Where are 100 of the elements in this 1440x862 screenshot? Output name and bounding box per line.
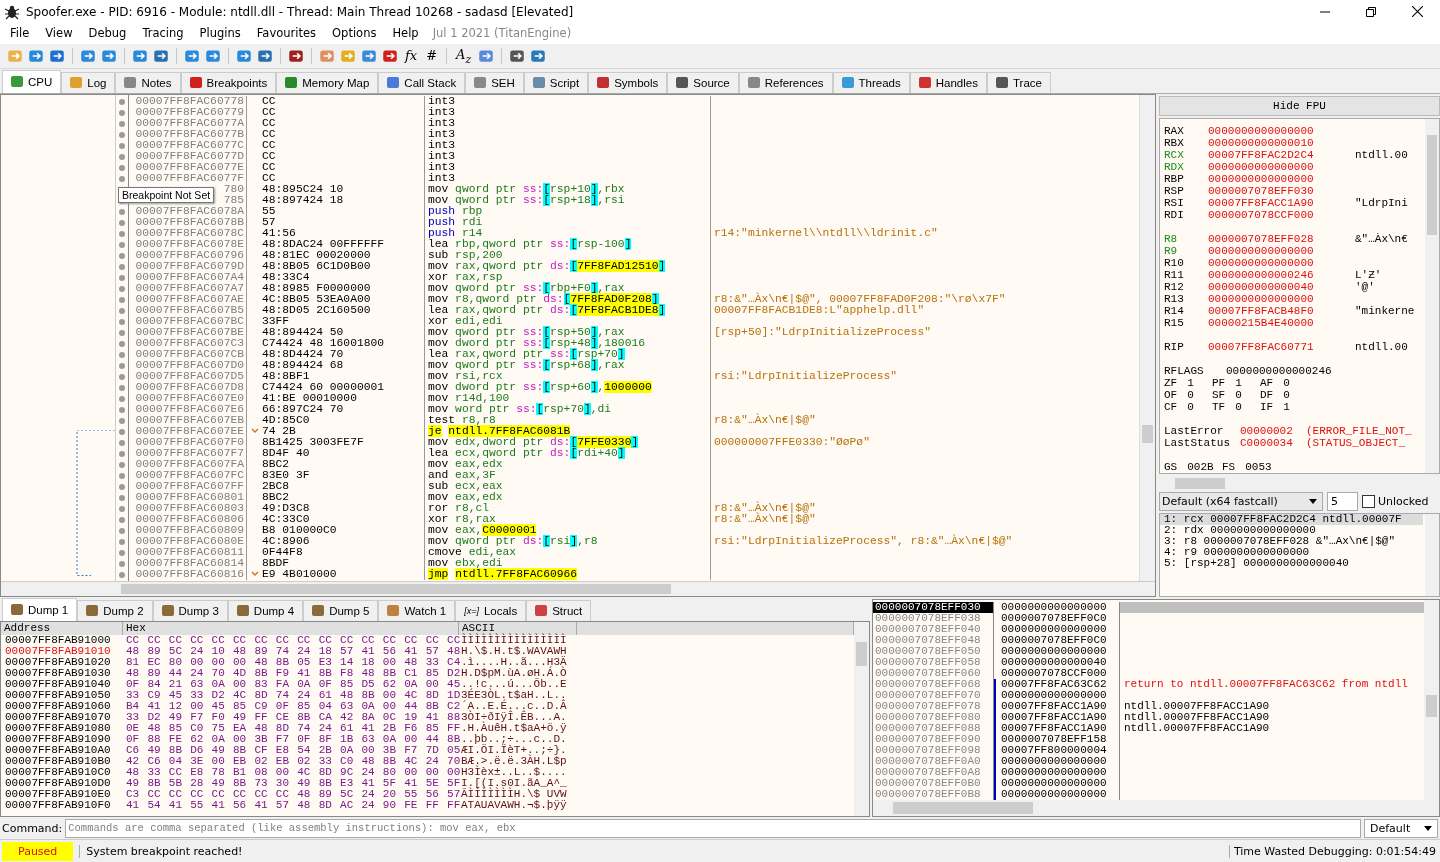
tab[interactable]: [x=] Locals <box>455 599 527 621</box>
menu-item[interactable]: Options <box>324 26 385 41</box>
tab[interactable]: Struct <box>526 599 592 621</box>
tab[interactable]: Call Stack <box>378 71 466 93</box>
breakpoint-dot[interactable] <box>119 363 125 370</box>
breakpoint-dot[interactable] <box>119 132 125 139</box>
flag-value[interactable]: 0 <box>1187 388 1194 401</box>
breakpoint-dot[interactable] <box>119 341 125 348</box>
flag-value[interactable]: 1 <box>1283 400 1290 413</box>
register-value[interactable]: 00007FF8FAC60771 <box>1208 340 1355 353</box>
breakpoint-dot[interactable] <box>119 143 125 150</box>
tab[interactable]: Threads <box>832 71 910 93</box>
breakpoint-dot[interactable] <box>119 374 125 381</box>
convention-dropdown[interactable]: Default (x64 fastcall) <box>1159 492 1323 512</box>
breakpoint-dot[interactable] <box>119 297 125 304</box>
breakpoint-dot[interactable] <box>119 319 125 326</box>
register-value[interactable]: 0000000000000000 <box>1208 244 1355 257</box>
register-value[interactable]: 0000000000000246 <box>1208 268 1355 281</box>
toolbar-button[interactable]: fx <box>402 45 421 66</box>
arg-count-spinner[interactable]: 5 <box>1327 492 1358 512</box>
hide-fpu-button[interactable]: Hide FPU <box>1159 95 1440 116</box>
menu-item[interactable]: Help <box>384 26 427 41</box>
breakpoint-dot[interactable] <box>119 495 125 502</box>
menu-item[interactable]: Tracing <box>134 26 192 41</box>
vertical-scrollbar[interactable] <box>1139 94 1155 581</box>
flag-value[interactable]: 0 <box>1187 400 1194 413</box>
register-value[interactable]: 00007FF8FACB48F0 <box>1208 304 1355 317</box>
menu-item[interactable]: Plugins <box>191 26 249 41</box>
tab[interactable]: Dump 1 <box>2 597 78 621</box>
breakpoint-dot[interactable] <box>119 418 125 425</box>
breakpoint-dot[interactable] <box>119 99 125 106</box>
segment-value[interactable]: 0053 <box>1245 460 1272 473</box>
tab[interactable]: Handles <box>909 71 987 93</box>
flag-value[interactable]: 0 <box>1235 388 1242 401</box>
register-value[interactable]: 00007FF8FAC2D2C4 <box>1208 148 1355 161</box>
vertical-scrollbar[interactable] <box>1425 118 1439 473</box>
tab[interactable]: CPU <box>2 69 62 93</box>
argument-row[interactable]: 5: [rsp+28] 0000000000000040 <box>1160 557 1423 569</box>
menu-item[interactable]: File <box>2 26 38 41</box>
breakpoint-dot[interactable] <box>119 539 125 546</box>
flag-value[interactable]: 0 <box>1283 388 1290 401</box>
breakpoint-dot[interactable] <box>119 253 125 260</box>
breakpoint-dot[interactable] <box>119 429 125 436</box>
register-value[interactable]: 0000000000000000 <box>1208 256 1355 269</box>
tab[interactable]: Dump 3 <box>152 599 228 621</box>
register-value[interactable]: 0000000000000040 <box>1208 280 1355 293</box>
register-value[interactable]: 0000000000000246 <box>1226 364 1332 377</box>
breakpoint-dot[interactable] <box>119 572 125 579</box>
argument-row[interactable]: 1: rcx 00007FF8FAC2D2C4 ntdll.00007F <box>1160 513 1423 525</box>
breakpoint-dot[interactable] <box>119 110 125 117</box>
flag-value[interactable]: 0 <box>1235 400 1242 413</box>
tab[interactable]: Trace <box>986 71 1051 93</box>
tab[interactable]: Memory Map <box>276 71 379 93</box>
breakpoint-dot[interactable] <box>119 154 125 161</box>
column-header[interactable]: Hex <box>123 621 459 635</box>
breakpoint-dot[interactable] <box>119 121 125 128</box>
flag-value[interactable]: 1 <box>1187 376 1194 389</box>
tab[interactable]: Dump 2 <box>77 599 153 621</box>
breakpoint-dot[interactable] <box>119 176 125 183</box>
breakpoint-dot[interactable] <box>119 330 125 337</box>
tab[interactable]: Dump 4 <box>227 599 304 621</box>
breakpoint-dot[interactable] <box>119 231 125 238</box>
argument-row[interactable]: 2: rdx 0000000000000000 <box>1160 524 1423 536</box>
toolbar-button[interactable]: # <box>423 45 441 66</box>
register-value[interactable]: 0000000000000000 <box>1208 124 1355 137</box>
tab[interactable]: Symbols <box>588 71 668 93</box>
register-value[interactable]: 0000000000000010 <box>1208 136 1355 149</box>
tab[interactable]: References <box>738 71 833 93</box>
tab[interactable]: SEH <box>465 71 524 93</box>
vertical-scrollbar[interactable] <box>854 621 869 817</box>
register-value[interactable]: 0000000000000000 <box>1208 292 1355 305</box>
breakpoint-dot[interactable] <box>119 165 125 172</box>
breakpoint-dot[interactable] <box>119 286 125 293</box>
breakpoint-dot[interactable] <box>119 550 125 557</box>
breakpoint-dot[interactable] <box>119 220 125 227</box>
command-mode-dropdown[interactable]: Default <box>1364 818 1438 838</box>
breakpoint-dot[interactable] <box>119 209 125 216</box>
register-value[interactable]: 0000000000000000 <box>1208 160 1355 173</box>
breakpoint-dot[interactable] <box>119 473 125 480</box>
tab[interactable]: Watch 1 <box>378 599 456 621</box>
breakpoint-dot[interactable] <box>119 385 125 392</box>
register-value[interactable]: 00000215B4E40000 <box>1208 316 1355 329</box>
menu-item[interactable]: View <box>37 26 81 41</box>
register-value[interactable]: 0000007078EFF030 <box>1208 184 1355 197</box>
argument-row[interactable]: 4: r9 0000000000000000 <box>1160 546 1423 558</box>
breakpoint-dot[interactable] <box>119 484 125 491</box>
register-value[interactable]: 0000007078CCF000 <box>1208 208 1355 221</box>
menu-item[interactable]: Debug <box>80 26 135 41</box>
segment-value[interactable]: 002B <box>1187 460 1214 473</box>
tab[interactable]: Dump 5 <box>303 599 379 621</box>
command-field[interactable]: Commands are comma separated (like assembly instructions): mov eax, ebx <box>65 818 1361 838</box>
breakpoint-dot[interactable] <box>119 396 125 403</box>
menu-item[interactable]: Favourites <box>248 26 325 41</box>
breakpoint-dot[interactable] <box>119 407 125 414</box>
breakpoint-dot[interactable] <box>119 440 125 447</box>
toolbar-button[interactable]: A$_{z}$ <box>453 45 475 66</box>
breakpoint-dot[interactable] <box>119 561 125 568</box>
breakpoint-dot[interactable] <box>119 462 125 469</box>
unlocked-checkbox[interactable] <box>1362 495 1375 509</box>
column-header[interactable]: Address <box>1 621 123 635</box>
